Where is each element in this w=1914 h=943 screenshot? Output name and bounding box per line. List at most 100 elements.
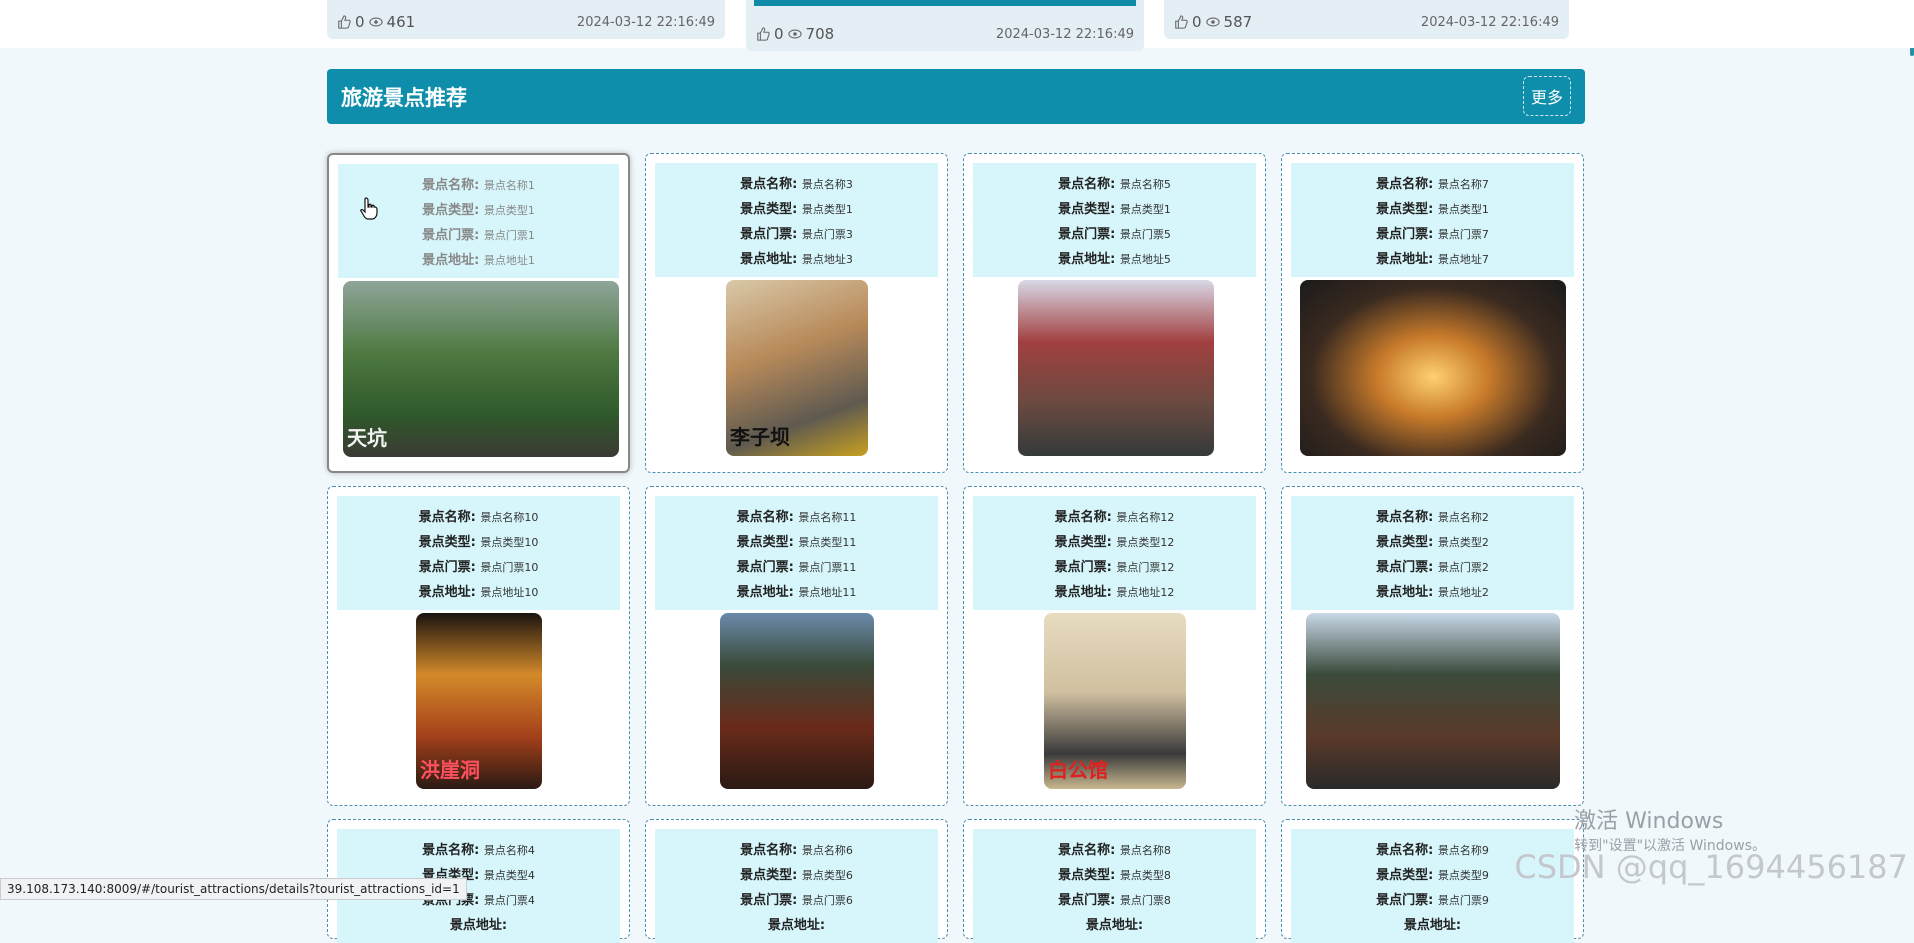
attraction-info: 景点名称: 景点名称11 景点类型: 景点类型11 景点门票: 景点门票11 景点地址… <box>655 496 938 610</box>
attraction-type-label: 景点类型: <box>736 535 799 550</box>
news-card[interactable]: 0 587 2024-03-12 22:16:49 <box>1164 0 1569 39</box>
attraction-type-value: 景点类型2 <box>1437 536 1489 549</box>
more-button[interactable]: 更多 <box>1523 76 1571 116</box>
eye-icon <box>1205 17 1220 27</box>
attraction-name-row: 景点名称: 景点名称3 <box>740 173 853 192</box>
attraction-photo[interactable] <box>1300 280 1566 456</box>
attraction-name-row: 景点名称: 景点名称8 <box>1058 839 1171 858</box>
attraction-card[interactable]: 景点名称: 景点名称7 景点类型: 景点类型1 景点门票: 景点门票7 景点地址: 景… <box>1281 153 1584 473</box>
attraction-name-label: 景点名称: <box>422 843 484 858</box>
attraction-ticket-value: 景点门票4 <box>483 894 535 907</box>
attraction-photo[interactable]: 天坑 <box>343 281 619 457</box>
news-card[interactable]: 0 461 2024-03-12 22:16:49 <box>327 0 725 39</box>
views-count: 587 <box>1223 13 1253 31</box>
attraction-name-value: 景点名称8 <box>1119 844 1171 857</box>
eye-icon <box>368 17 383 27</box>
attraction-address-value: 景点地址2 <box>1437 586 1489 599</box>
attraction-name-row: 景点名称: 景点名称12 <box>1055 506 1175 525</box>
attraction-info: 景点名称: 景点名称12 景点类型: 景点类型12 景点门票: 景点门票12 景点地址… <box>973 496 1256 610</box>
attraction-card[interactable]: 景点名称: 景点名称2 景点类型: 景点类型2 景点门票: 景点门票2 景点地址: 景… <box>1281 486 1584 806</box>
thumb-up-icon[interactable] <box>337 15 351 29</box>
attraction-card[interactable]: 景点名称: 景点名称6 景点类型: 景点类型6 景点门票: 景点门票6 景点地址: <box>645 819 948 943</box>
attraction-ticket-row: 景点门票: 景点门票6 <box>740 889 853 908</box>
attraction-photo[interactable] <box>1018 280 1214 456</box>
attraction-type-label: 景点类型: <box>1376 868 1438 883</box>
hand-cursor-icon <box>360 197 378 220</box>
attraction-ticket-label: 景点门票: <box>1054 560 1117 575</box>
attraction-ticket-value: 景点门票12 <box>1116 561 1175 574</box>
attraction-info: 景点名称: 景点名称1 景点类型: 景点类型1 景点门票: 景点门票1 景点地址: 景… <box>338 164 619 278</box>
attraction-card[interactable]: 景点名称: 景点名称10 景点类型: 景点类型10 景点门票: 景点门票10 景点地址… <box>327 486 630 806</box>
attraction-info: 景点名称: 景点名称7 景点类型: 景点类型1 景点门票: 景点门票7 景点地址: 景… <box>1291 163 1574 277</box>
attraction-card[interactable]: 景点名称: 景点名称5 景点类型: 景点类型1 景点门票: 景点门票5 景点地址: 景… <box>963 153 1266 473</box>
attraction-address-row: 景点地址: 景点地址3 <box>740 248 853 267</box>
attraction-type-label: 景点类型: <box>1058 868 1120 883</box>
attraction-address-label: 景点地址: <box>740 252 802 267</box>
attraction-photo[interactable] <box>720 613 874 789</box>
attraction-address-row: 景点地址: 景点地址5 <box>1058 248 1171 267</box>
attraction-ticket-row: 景点门票: 景点门票5 <box>1058 223 1171 242</box>
attraction-type-row: 景点类型: 景点类型11 <box>737 531 857 550</box>
attraction-address-row: 景点地址: <box>1404 914 1461 933</box>
attraction-type-row: 景点类型: 景点类型1 <box>422 199 535 218</box>
thumb-up-icon[interactable] <box>756 27 770 41</box>
thumb-up-icon[interactable] <box>1174 15 1188 29</box>
page-scrollbar[interactable] <box>1908 0 1914 900</box>
attraction-type-value: 景点类型8 <box>1119 869 1171 882</box>
attraction-type-label: 景点类型: <box>1376 202 1438 217</box>
attraction-type-label: 景点类型: <box>422 203 484 218</box>
watermark-line1: 激活 Windows <box>1574 809 1724 834</box>
attraction-card[interactable]: 景点名称: 景点名称8 景点类型: 景点类型8 景点门票: 景点门票8 景点地址: <box>963 819 1266 943</box>
attraction-type-value: 景点类型11 <box>798 536 857 549</box>
attraction-ticket-value: 景点门票9 <box>1437 894 1489 907</box>
eye-icon <box>787 29 802 39</box>
news-meta: 0 708 <box>756 25 834 43</box>
attraction-ticket-value: 景点门票1 <box>483 229 535 242</box>
attraction-info: 景点名称: 景点名称6 景点类型: 景点类型6 景点门票: 景点门票6 景点地址: <box>655 829 938 943</box>
attraction-ticket-label: 景点门票: <box>1376 560 1438 575</box>
attraction-name-row: 景点名称: 景点名称1 <box>422 174 535 193</box>
attraction-ticket-label: 景点门票: <box>1376 893 1438 908</box>
attraction-ticket-label: 景点门票: <box>422 228 484 243</box>
attraction-name-row: 景点名称: 景点名称11 <box>737 506 857 525</box>
attraction-card[interactable]: 景点名称: 景点名称3 景点类型: 景点类型1 景点门票: 景点门票3 景点地址: 景… <box>645 153 948 473</box>
attraction-address-value: 景点地址10 <box>480 586 539 599</box>
attraction-photo[interactable]: 白公馆 <box>1044 613 1186 789</box>
news-strip: 0 461 2024-03-12 22:16:49 0 708 2024-03-… <box>0 0 1914 51</box>
attraction-type-value: 景点类型6 <box>801 869 853 882</box>
attraction-card[interactable]: 景点名称: 景点名称12 景点类型: 景点类型12 景点门票: 景点门票12 景点地址… <box>963 486 1266 806</box>
attraction-address-value: 景点地址11 <box>798 586 857 599</box>
photo-caption: 李子坝 <box>730 425 790 449</box>
attraction-ticket-value: 景点门票6 <box>801 894 853 907</box>
attraction-address-value: 景点地址5 <box>1119 253 1171 266</box>
attraction-address-row: 景点地址: 景点地址10 <box>419 581 539 600</box>
attraction-type-label: 景点类型: <box>1376 535 1438 550</box>
attraction-address-value: 景点地址3 <box>801 253 853 266</box>
news-meta: 0 587 <box>1174 13 1252 31</box>
attraction-address-row: 景点地址: <box>450 914 507 933</box>
attraction-address-value: 景点地址7 <box>1437 253 1489 266</box>
views-count: 461 <box>386 13 416 31</box>
attraction-ticket-row: 景点门票: 景点门票12 <box>1055 556 1175 575</box>
likes-count: 0 <box>774 25 784 43</box>
section-header: 旅游景点推荐 更多 <box>327 69 1585 124</box>
news-card[interactable]: 0 708 2024-03-12 22:16:49 <box>746 0 1144 51</box>
attraction-name-value: 景点名称2 <box>1437 511 1489 524</box>
attraction-photo[interactable]: 洪崖洞 <box>416 613 542 789</box>
attraction-info: 景点名称: 景点名称10 景点类型: 景点类型10 景点门票: 景点门票10 景点地址… <box>337 496 620 610</box>
attraction-name-value: 景点名称12 <box>1116 511 1175 524</box>
attraction-photo[interactable]: 李子坝 <box>726 280 868 456</box>
news-meta: 0 461 <box>337 13 415 31</box>
photo-caption: 白公馆 <box>1048 758 1108 782</box>
attraction-type-row: 景点类型: 景点类型1 <box>740 198 853 217</box>
attraction-name-value: 景点名称1 <box>483 179 535 192</box>
news-time: 2024-03-12 22:16:49 <box>1420 15 1559 30</box>
attraction-address-row: 景点地址: 景点地址12 <box>1055 581 1175 600</box>
attraction-name-row: 景点名称: 景点名称4 <box>422 839 535 858</box>
attraction-name-label: 景点名称: <box>736 510 799 525</box>
attraction-ticket-label: 景点门票: <box>1376 227 1438 242</box>
attraction-type-value: 景点类型12 <box>1116 536 1175 549</box>
attraction-photo[interactable] <box>1306 613 1560 789</box>
attraction-name-label: 景点名称: <box>1376 510 1438 525</box>
attraction-card[interactable]: 景点名称: 景点名称11 景点类型: 景点类型11 景点门票: 景点门票11 景点地址… <box>645 486 948 806</box>
